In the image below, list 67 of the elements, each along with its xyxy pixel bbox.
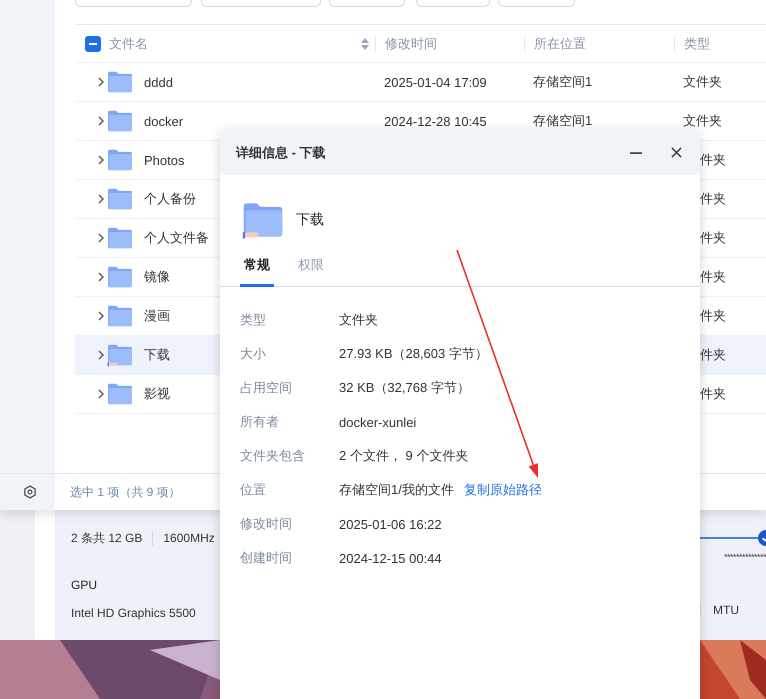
chevron-icon[interactable] <box>98 116 104 126</box>
file-name: Photos <box>144 152 184 168</box>
column-header[interactable]: 修改时间 <box>385 34 437 52</box>
field-label: 修改时间 <box>240 515 293 533</box>
file-name: 下载 <box>296 210 324 228</box>
chevron-icon[interactable] <box>98 194 104 204</box>
field-label: 位置 <box>240 481 267 499</box>
select-all-checkbox[interactable] <box>85 36 101 52</box>
field-value: 2025-01-06 16:22 <box>339 516 442 532</box>
chevron-icon[interactable] <box>98 155 104 165</box>
table-cell: 2024-12-28 10:45 <box>384 114 487 128</box>
field-value: 32 KB（32,768 字节） <box>339 379 470 397</box>
mtu-label: MTU <box>713 602 739 616</box>
file-name: dddd <box>144 74 173 90</box>
status-text: 选中 1 项（共 9 项） <box>70 484 181 500</box>
field-label: 文件夹包含 <box>240 447 306 465</box>
chevron-icon[interactable] <box>98 272 104 282</box>
column-header[interactable]: 文件名 <box>109 34 148 52</box>
field-label: 所有者 <box>240 413 280 431</box>
file-name: 下载 <box>144 346 170 364</box>
field-value: 2024-12-15 00:44 <box>339 550 442 566</box>
table-cell: 件夹 <box>700 385 726 403</box>
table-cell: 件夹 <box>700 229 726 247</box>
field-label: 创建时间 <box>240 549 293 567</box>
file-name: 个人文件备 <box>144 229 209 247</box>
table-cell: 件夹 <box>700 346 726 364</box>
progress-line <box>700 537 758 539</box>
field-value: 存储空间1/我的文件 <box>339 481 454 499</box>
table-cell: 文件夹 <box>683 112 722 130</box>
field-value: 27.93 KB（28,603 字节） <box>339 345 488 363</box>
chevron-icon[interactable] <box>98 77 104 87</box>
table-cell: 件夹 <box>700 307 726 325</box>
field-label: 占用空间 <box>240 379 293 397</box>
close-icon <box>670 147 682 158</box>
window-title: 详细信息 - 下载 <box>236 144 326 162</box>
file-name: docker <box>144 114 184 128</box>
chevron-icon[interactable] <box>98 233 104 243</box>
field-label: 大小 <box>240 345 267 363</box>
gpu-value: Intel HD Graphics 5500 <box>71 606 197 620</box>
masked-text: ************** <box>724 552 766 562</box>
file-name: 影视 <box>144 385 170 403</box>
column-header[interactable]: 所在位置 <box>534 34 586 52</box>
chevron-icon[interactable] <box>98 311 104 321</box>
gpu-label: GPU <box>71 578 98 594</box>
memory-value: 2 条共 12 GB <box>71 530 142 546</box>
file-name: 个人备份 <box>144 190 196 208</box>
file-name: 镜像 <box>144 268 170 286</box>
memory-speed: 1600MHz <box>163 531 215 545</box>
field-value: 文件夹 <box>339 311 378 329</box>
table-cell: 件夹 <box>700 190 726 208</box>
table-cell: 2025-01-04 17:09 <box>384 74 487 90</box>
table-cell: 存储空间1 <box>533 73 592 91</box>
table-cell: 存储空间1 <box>533 112 592 130</box>
file-name: 漫画 <box>144 307 170 325</box>
column-header[interactable]: 类型 <box>684 34 710 52</box>
tab[interactable]: 常规 <box>240 256 274 287</box>
table-cell: 件夹 <box>700 268 726 286</box>
chevron-icon[interactable] <box>98 350 104 360</box>
settings-icon[interactable] <box>23 485 37 499</box>
copy-path-link[interactable]: 复制原始路径 <box>464 481 542 499</box>
chevron-icon[interactable] <box>98 389 104 399</box>
table-cell: 文件夹 <box>683 73 722 91</box>
field-value: 2 个文件， 9 个文件夹 <box>339 447 468 465</box>
field-label: 类型 <box>240 311 267 329</box>
tab[interactable]: 权限 <box>294 256 328 287</box>
table-cell: 件夹 <box>700 151 726 169</box>
field-value: docker-xunlei <box>339 414 416 430</box>
